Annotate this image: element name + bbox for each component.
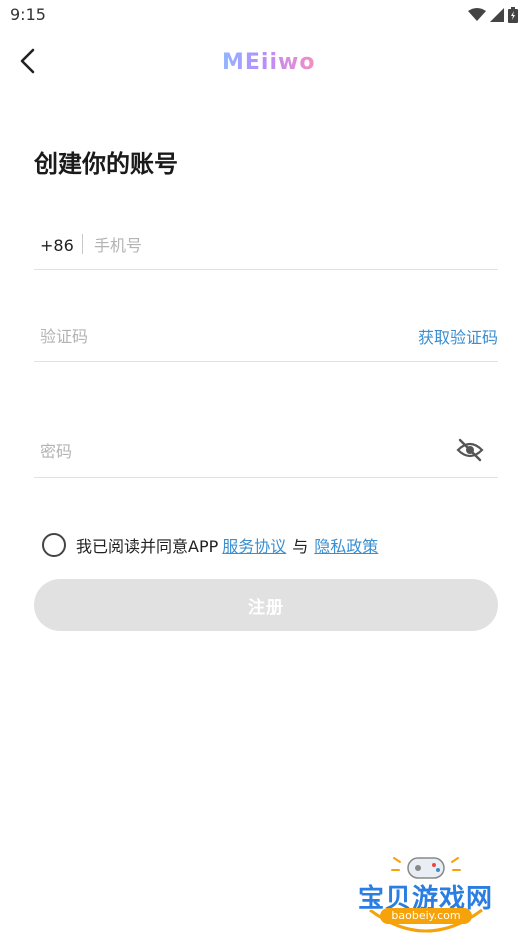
agreement-radio[interactable] xyxy=(42,533,66,557)
password-visibility-toggle[interactable] xyxy=(456,438,486,462)
page-title: 创建你的账号 xyxy=(34,150,178,178)
field-divider xyxy=(82,234,83,254)
agreement-text: 我已阅读并同意APP xyxy=(76,537,219,556)
password-field xyxy=(34,428,498,478)
register-button[interactable]: 注册 xyxy=(34,579,498,631)
phone-input[interactable] xyxy=(94,232,484,258)
privacy-policy-link[interactable]: 隐私政策 xyxy=(314,533,378,557)
eye-off-icon xyxy=(456,438,484,462)
code-input[interactable] xyxy=(40,323,340,349)
app-logo: MEiiwo xyxy=(222,50,316,75)
battery-icon xyxy=(508,7,518,23)
watermark: 宝贝游戏网 baobeiy.com xyxy=(352,852,500,942)
get-code-button[interactable]: 获取验证码 xyxy=(418,324,498,348)
status-icons xyxy=(468,6,518,24)
watermark-url: baobeiy.com xyxy=(380,908,472,924)
service-agreement-link[interactable]: 服务协议 xyxy=(222,533,286,557)
country-code[interactable]: +86 xyxy=(40,236,74,255)
agreement-conjunction: 与 xyxy=(292,537,309,556)
password-input[interactable] xyxy=(40,438,420,464)
wifi-icon xyxy=(468,8,486,21)
back-button[interactable] xyxy=(10,44,44,78)
code-field: 获取验证码 xyxy=(34,313,498,362)
phone-field: +86 xyxy=(34,222,498,270)
chevron-left-icon xyxy=(20,48,35,74)
status-bar: 9:15 xyxy=(0,0,532,30)
agreement-row: 我已阅读并同意APP 服务协议 与 隐私政策 xyxy=(42,532,378,558)
signal-icon xyxy=(490,8,504,22)
status-time: 9:15 xyxy=(10,5,46,24)
